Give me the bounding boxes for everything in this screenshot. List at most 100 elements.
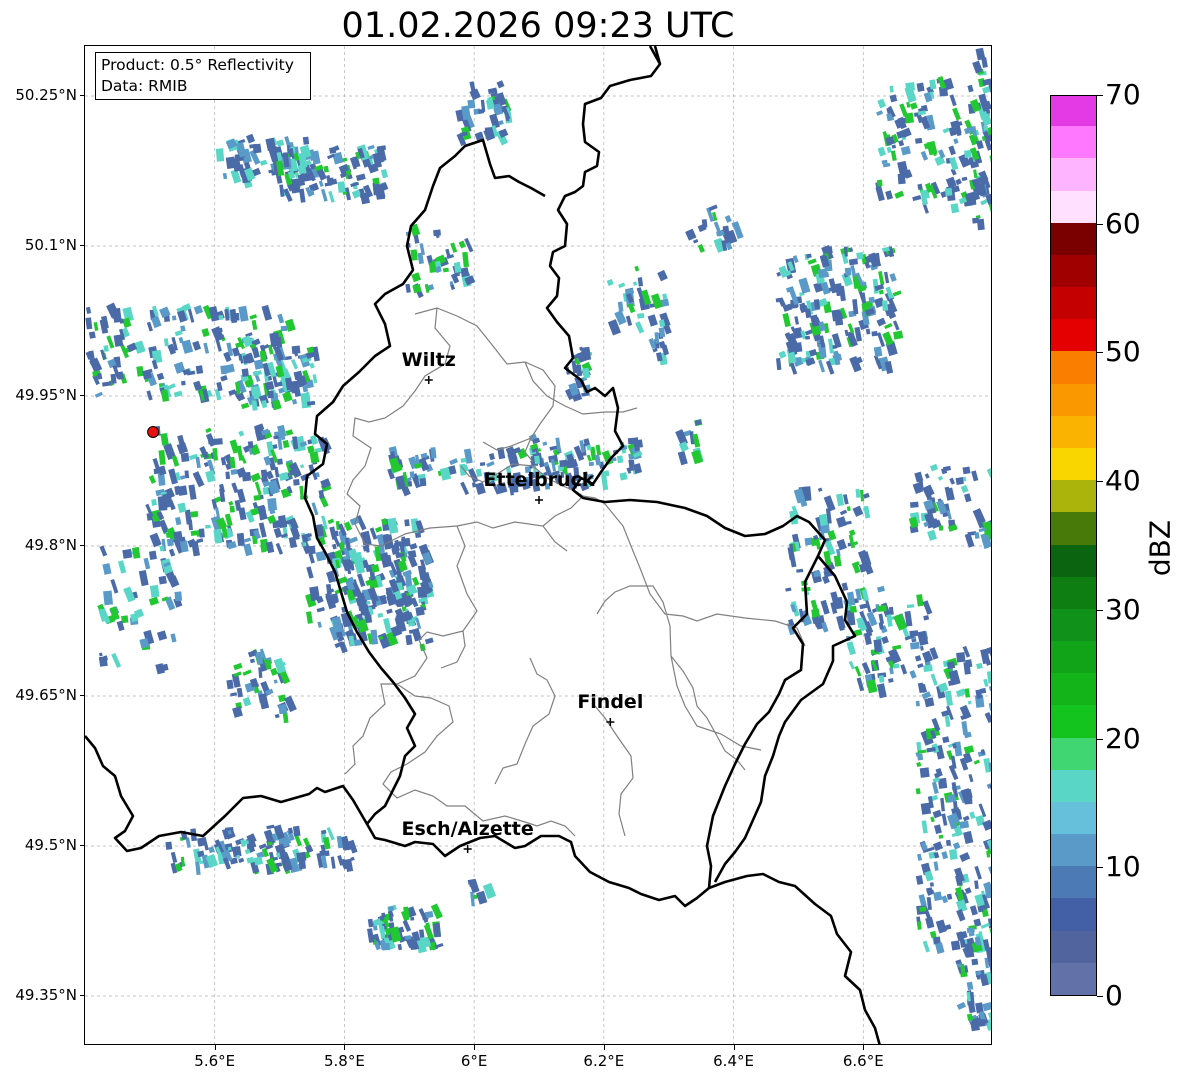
echo-cell (974, 880, 979, 890)
echo-cell (258, 506, 267, 514)
echo-cell (320, 829, 327, 835)
echo-cell (807, 258, 817, 265)
echo-cell (371, 564, 380, 573)
echo-cell (906, 604, 915, 609)
echo-cell (967, 700, 972, 705)
echo-cell (178, 336, 184, 344)
echo-cell (415, 617, 422, 630)
colorbar-tick-label: 40 (1105, 464, 1141, 498)
echo-cell (534, 455, 541, 465)
echo-cell (249, 314, 258, 320)
echo-cell (458, 240, 466, 249)
echo-cell (677, 450, 688, 466)
city-marker (424, 376, 433, 384)
echo-cell (507, 452, 520, 468)
echo-cell (93, 321, 99, 331)
echo-cell (253, 494, 261, 501)
echo-cell (616, 455, 624, 464)
echo-cell (187, 308, 195, 323)
echo-cell (834, 315, 844, 326)
lat-tick (80, 545, 85, 546)
echo-cell (433, 229, 441, 237)
lon-tick (863, 1045, 865, 1050)
echo-cell (938, 834, 944, 839)
echo-cell (937, 475, 944, 481)
echo-cell (973, 169, 978, 179)
lon-tick (474, 1045, 476, 1050)
echo-cell (897, 173, 906, 185)
echo-cell (966, 927, 975, 933)
echo-cell (285, 429, 294, 436)
echo-cell (397, 943, 403, 951)
product-label: Product: 0.5° Reflectivity (101, 56, 294, 74)
echo-cell (191, 540, 201, 557)
echo-cell (88, 331, 96, 339)
echo-cell (85, 306, 92, 314)
echo-cell (856, 251, 864, 260)
echo-cell (963, 745, 975, 754)
echo-cell (177, 502, 187, 513)
echo-cell (625, 315, 633, 327)
colorbar-segment (1051, 930, 1096, 963)
echo-cell (225, 156, 237, 169)
colorbar-tick-label: 70 (1105, 78, 1141, 111)
echo-cell (330, 856, 336, 869)
echo-cell (934, 942, 945, 954)
echo-cell (938, 525, 944, 531)
echo-cell (708, 204, 718, 212)
echo-cell (274, 466, 280, 478)
echo-cell (900, 145, 911, 156)
echo-cell (241, 471, 252, 482)
echo-cell (381, 942, 391, 951)
echo-cell (445, 248, 451, 257)
colorbar-segment (1051, 801, 1096, 835)
lon-tick-label: 6°E (460, 1052, 488, 1070)
echo-cell (976, 140, 984, 150)
echo-cell (157, 630, 168, 641)
colorbar-tick-label: 0 (1105, 979, 1123, 1012)
echo-cell (205, 524, 211, 529)
echo-cell (168, 548, 176, 557)
city-label: Ettelbruck (483, 469, 595, 491)
echo-cell (921, 820, 928, 834)
echo-cell (282, 391, 293, 403)
radar-echoes (85, 47, 991, 1032)
city-label: Esch/Alzette (401, 818, 534, 840)
echo-cell (103, 590, 114, 606)
echo-cell (163, 338, 169, 347)
echo-cell (832, 344, 838, 350)
radar-map[interactable] (84, 45, 992, 1045)
echo-cell (423, 923, 434, 940)
colorbar-tick (1097, 481, 1103, 483)
echo-cell (312, 374, 318, 384)
echo-cell (355, 173, 366, 182)
colorbar-tick (1097, 867, 1103, 869)
echo-cell (261, 304, 273, 321)
echo-cell (88, 350, 96, 365)
echo-cell (332, 543, 337, 550)
echo-cell (477, 108, 485, 114)
echo-cell (291, 398, 298, 405)
colorbar-segment (1051, 254, 1096, 288)
echo-cell (932, 809, 942, 819)
colorbar-segment (1051, 125, 1096, 159)
lon-tick-label: 6.4°E (713, 1052, 754, 1070)
echo-cell (220, 375, 228, 382)
echo-cell (946, 794, 957, 803)
echo-cell (964, 493, 972, 503)
echo-cell (884, 322, 893, 330)
echo-cell (847, 323, 855, 334)
echo-cell (899, 103, 908, 117)
echo-cell (324, 182, 333, 187)
echo-cell (410, 916, 415, 921)
echo-cell (919, 645, 924, 651)
echo-cell (479, 462, 486, 466)
echo-cell (926, 896, 932, 911)
echo-cell (149, 532, 162, 548)
echo-cell (259, 159, 268, 166)
echo-cell (933, 891, 943, 902)
echo-cell (635, 321, 645, 334)
lon-tick-label: 6.6°E (842, 1052, 884, 1070)
echo-cell (983, 125, 989, 131)
echo-cell (317, 621, 322, 628)
